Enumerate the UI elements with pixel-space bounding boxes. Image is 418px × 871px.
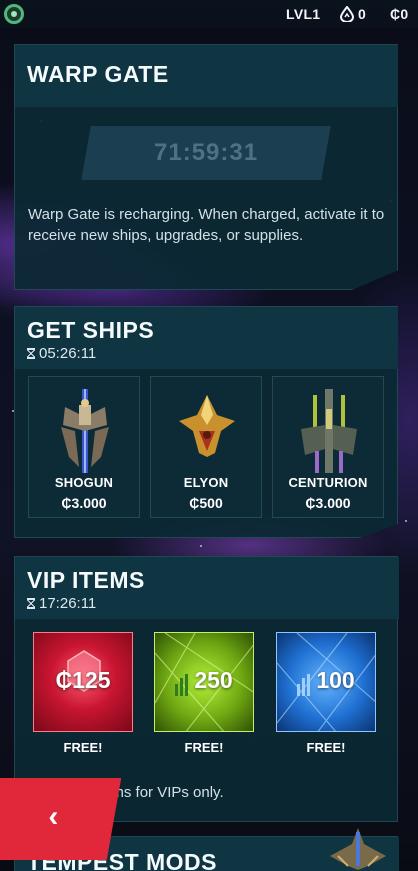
vip-item-value-text: 250 [194,667,233,693]
get-ships-timer: 05:26:11 [27,345,96,362]
hourglass-icon [27,598,35,609]
ship-price: ₵3.000 [305,495,351,511]
vip-item-price: FREE! [184,740,224,755]
shogun-ship-icon [61,389,109,473]
get-ships-timer-value: 05:26:11 [39,345,97,362]
vip-item-price: FREE! [306,740,346,755]
vip-item-credits[interactable]: ₵125 [33,632,133,732]
ship-name: SHOGUN [54,475,114,490]
warp-gate-description: Warp Gate is recharging. When charged, a… [28,206,385,244]
warp-gate-title: WARP GATE [27,61,169,87]
hourglass-icon [27,348,35,359]
ship-card-elyon[interactable]: ELYON ₵500 [150,376,262,518]
ship-name: CENTURION [288,475,368,490]
chevron-left-icon: ‹ [48,800,59,833]
warp-gate-countdown: 71:59:31 [81,126,331,180]
ship-price: ₵500 [189,495,223,511]
vip-item-blue-upgrade[interactable]: 100 [276,632,376,732]
power-bars-icon [297,669,312,696]
vip-items-timer-value: 17:26:11 [39,595,97,612]
level-indicator: LVL1 [286,6,321,22]
vip-item-value: 100 [277,667,375,696]
ship-name: ELYON [183,475,229,490]
ship-card-centurion[interactable]: CENTURION ₵3.000 [272,376,384,518]
vip-item-value: ₵125 [55,667,111,693]
elyon-ship-icon [179,395,235,457]
ship-card-shogun[interactable]: SHOGUN ₵3.000 [28,376,140,518]
tempest-ship-icon [330,828,386,870]
vip-items-title: VIP ITEMS [27,567,145,593]
countdown-value: 71:59:31 [153,139,259,166]
vip-item-price: FREE! [63,740,103,755]
fuel-drop-icon [339,5,355,23]
ship-price: ₵3.000 [61,495,107,511]
fuel-count: 0 [358,6,367,22]
game-logo-icon[interactable] [4,4,24,24]
vip-items-timer: 17:26:11 [27,595,96,612]
vip-item-value-text: 100 [316,667,355,693]
vip-item-value: 250 [155,667,253,696]
centurion-ship-icon [301,389,357,473]
vip-item-green-upgrade[interactable]: 250 [154,632,254,732]
back-button[interactable]: ‹ [0,778,122,860]
get-ships-title: GET SHIPS [27,317,155,343]
credits-count: ₵0 [390,6,409,22]
top-status-bar: LVL1 0 ₵0 [0,0,418,28]
power-bars-icon [175,669,190,696]
